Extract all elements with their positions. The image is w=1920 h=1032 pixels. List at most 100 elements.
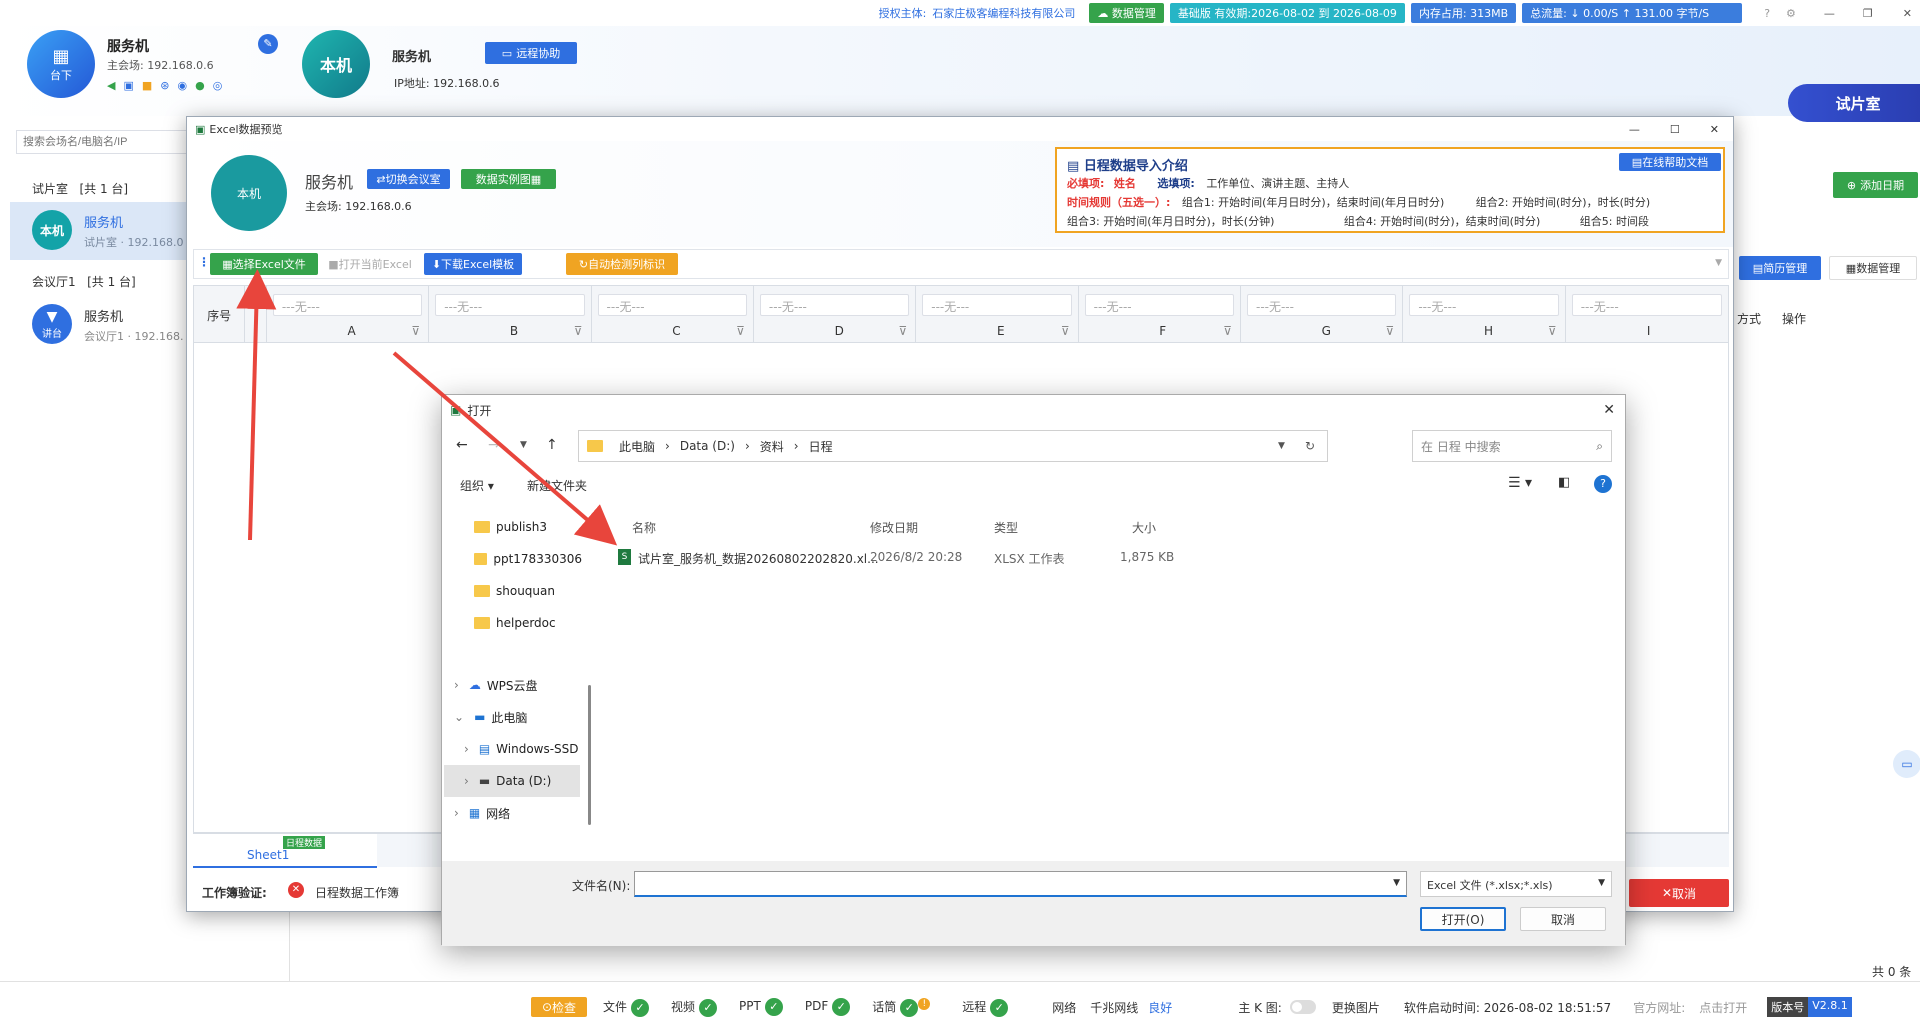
check-button[interactable]: ⊙ 检查	[531, 997, 587, 1017]
data-mgmt-chip[interactable]: ☁ 数据管理	[1089, 3, 1164, 23]
tree-item[interactable]: › ☁ WPS云盘	[444, 669, 582, 701]
column-header-name[interactable]: 名称	[632, 519, 656, 536]
column-header-b[interactable]: ---无--- B ⊽	[429, 286, 592, 344]
tree-item[interactable]: helperdoc	[444, 607, 582, 639]
cancel-button[interactable]: ✕ 取消	[1629, 879, 1729, 907]
up-icon[interactable]: ↑	[546, 437, 558, 453]
data-mgmt-button[interactable]: ▦ 数据管理	[1829, 256, 1917, 280]
tree-item[interactable]: ⌄ ▬ 此电脑	[444, 701, 582, 733]
chevron-down-icon[interactable]: ▼	[1393, 878, 1400, 888]
maximize-icon[interactable]: ☐	[1670, 123, 1680, 136]
open-current-excel-button[interactable]: ■ 打开当前Excel	[324, 253, 416, 275]
help-icon[interactable]: ?	[1764, 7, 1770, 20]
column-header-a[interactable]: ---无--- A ⊽	[267, 286, 430, 344]
brief-mgmt-button[interactable]: ▤ 简历管理	[1739, 256, 1821, 280]
dialog-cancel-button[interactable]: 取消	[1520, 907, 1606, 931]
side-float-button[interactable]: ▭	[1893, 750, 1920, 778]
filter-icon[interactable]: ⊽	[1548, 324, 1557, 338]
chevron-down-icon[interactable]: ▼	[1715, 258, 1722, 268]
filter-icon[interactable]: ⊽	[898, 324, 907, 338]
breadcrumb-item[interactable]: 日程	[809, 438, 833, 455]
breadcrumb-item[interactable]: Data (D:)	[680, 439, 735, 453]
column-header-c[interactable]: ---无--- C ⊽	[592, 286, 754, 344]
filter-icon[interactable]: ⊽	[1386, 324, 1395, 338]
breadcrumb-item[interactable]: 资料	[760, 438, 784, 455]
sample-data-button[interactable]: 数据实例图 ▦	[461, 169, 556, 189]
select-excel-button[interactable]: ▦ 选择Excel文件	[210, 253, 318, 275]
back-icon[interactable]: ←	[456, 437, 468, 453]
tree-item[interactable]: › ▤ Windows-SSD	[444, 733, 582, 765]
forward-icon[interactable]: →	[488, 437, 500, 453]
close-icon[interactable]: ✕	[1710, 123, 1719, 136]
drag-handle[interactable]: ⋮	[198, 255, 210, 269]
filter-icon[interactable]: ⊽	[574, 324, 583, 338]
tree-item-selected[interactable]: › ▬ Data (D:)	[444, 765, 580, 797]
tree-item[interactable]: ppt178330306	[444, 543, 582, 575]
change-image-button[interactable]: 更换图片	[1332, 999, 1380, 1016]
column-mapping-select[interactable]: ---无---	[435, 294, 585, 316]
sheet-tab[interactable]: Sheet1 日程数据	[193, 834, 377, 868]
settings-icon[interactable]: ⚙	[1786, 7, 1796, 20]
column-mapping-select[interactable]: ---无---	[1084, 294, 1234, 316]
column-mapping-select[interactable]: ---无---	[922, 294, 1072, 316]
monitor-icon: ▭	[501, 46, 513, 60]
column-header-f[interactable]: ---无--- F ⊽	[1079, 286, 1241, 344]
tree-item[interactable]: shouquan	[444, 575, 582, 607]
help-icon[interactable]: ?	[1594, 475, 1612, 493]
filter-icon[interactable]: ⊽	[736, 324, 745, 338]
column-header-d[interactable]: ---无--- D ⊽	[754, 286, 917, 344]
help-doc-button[interactable]: ▤ 在线帮助文档	[1619, 153, 1721, 171]
organize-menu[interactable]: 组织 ▾	[460, 477, 494, 494]
close-icon[interactable]: ✕	[1903, 7, 1912, 20]
column-mapping-select[interactable]: ---无---	[1409, 294, 1559, 316]
open-button[interactable]: 打开(O)	[1420, 907, 1506, 931]
group-header[interactable]: 试片室 [共 1 台]	[32, 180, 128, 197]
add-schedule-button[interactable]: ⊕ 添加日期	[1833, 172, 1918, 198]
search-box[interactable]: 在 日程 中搜索 ⌕	[1412, 430, 1612, 462]
preview-pane-icon[interactable]: ◧	[1558, 475, 1570, 490]
maximize-icon[interactable]: ❐	[1863, 7, 1873, 20]
click-open-link[interactable]: 点击打开	[1699, 999, 1747, 1016]
main-k-toggle[interactable]	[1289, 1000, 1316, 1014]
column-header-i[interactable]: ---无--- I	[1566, 286, 1728, 344]
remote-assist-button[interactable]: ▭ 远程协助	[485, 42, 577, 64]
chevron-down-icon[interactable]: ▼	[1278, 441, 1285, 451]
column-header-h[interactable]: ---无--- H ⊽	[1403, 286, 1566, 344]
column-mapping-select[interactable]: ---无---	[1571, 294, 1723, 316]
address-bar[interactable]: 此电脑 › Data (D:) › 资料 › 日程 ▼ ↻	[578, 430, 1328, 462]
filename-input[interactable]: ▼	[634, 871, 1407, 897]
download-template-button[interactable]: ⬇ 下载Excel模板	[424, 253, 522, 275]
column-header-g[interactable]: ---无--- G ⊽	[1241, 286, 1404, 344]
minimize-icon[interactable]: —	[1629, 123, 1640, 136]
filter-icon[interactable]: ⊽	[1223, 324, 1232, 338]
column-header-e[interactable]: ---无--- E ⊽	[916, 286, 1079, 344]
column-header-type[interactable]: 类型	[994, 519, 1018, 536]
column-header-size[interactable]: 大小	[1132, 519, 1156, 536]
room-button[interactable]: 试片室	[1788, 84, 1920, 122]
refresh-icon[interactable]: ↻	[1305, 439, 1315, 453]
filter-icon[interactable]: ⊽	[1061, 324, 1070, 338]
close-icon[interactable]: ✕	[1603, 402, 1615, 418]
column-mapping-select[interactable]: ---无---	[1246, 294, 1397, 316]
column-mapping-select[interactable]: ---无---	[759, 294, 910, 316]
column-mapping-select[interactable]: ---无---	[272, 294, 423, 316]
main-avatar[interactable]: ▦ 台下	[27, 30, 95, 98]
new-folder-button[interactable]: 新建文件夹	[527, 477, 587, 494]
switch-room-button[interactable]: ⇄ 切换会议室	[367, 169, 450, 189]
verify-text: 日程数据工作簿	[315, 886, 400, 900]
tree-item[interactable]: publish3	[444, 511, 582, 543]
auto-detect-button[interactable]: ↻ 自动检测列标识	[566, 253, 678, 275]
column-header-date[interactable]: 修改日期	[870, 519, 918, 536]
group-header[interactable]: 会议厅1 [共 1 台]	[32, 273, 136, 290]
chevron-down-icon[interactable]: ▼	[520, 440, 527, 450]
filter-icon[interactable]: ⊽	[411, 324, 420, 338]
tree-scrollbar[interactable]	[588, 685, 591, 825]
view-icon[interactable]: ☰ ▾	[1508, 475, 1532, 491]
edit-icon[interactable]: ✎	[258, 34, 278, 54]
tree-item[interactable]: › ▦ 网络	[444, 797, 582, 829]
file-row[interactable]: S 试片室_服务机_数据20260802202820.xl... 2026/8/…	[598, 543, 1218, 571]
minimize-icon[interactable]: —	[1824, 7, 1835, 20]
breadcrumb-item[interactable]: 此电脑	[619, 438, 655, 455]
column-mapping-select[interactable]: ---无---	[597, 294, 747, 316]
file-type-filter[interactable]: Excel 文件 (*.xlsx;*.xls) ▼	[1420, 871, 1612, 897]
